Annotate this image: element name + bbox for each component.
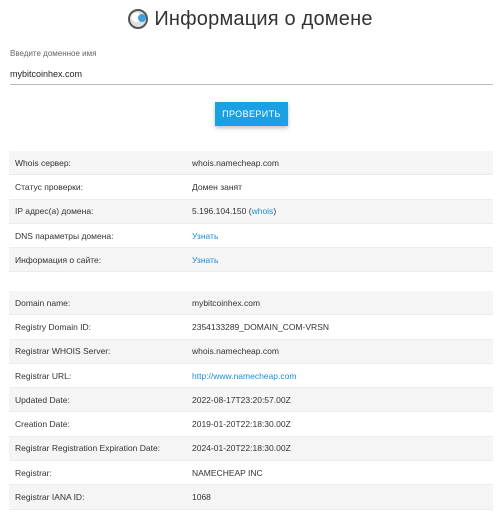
table-row: DNS параметры домена: Узнать — [9, 223, 493, 249]
table-row: Whois сервер: whois.namecheap.com — [9, 151, 493, 176]
table-row: Статус проверки: Домен занят — [9, 174, 493, 200]
row-key: IP адрес(а) домена: — [9, 199, 186, 224]
table-row: IP адрес(а) домена: 5.196.104.150 (whois… — [9, 199, 493, 224]
row-value: 2019-01-20T22:18:30.00Z — [186, 411, 493, 437]
row-key: Registrar: — [9, 460, 186, 486]
row-key: Domain name: — [9, 291, 186, 316]
row-value: whois.namecheap.com — [186, 151, 493, 176]
table-row: Registrar URL: http://www.namecheap.com — [9, 363, 493, 389]
registrar-url-link[interactable]: http://www.namecheap.com — [192, 371, 296, 381]
ip-whois-link[interactable]: whois — [252, 206, 274, 216]
check-button[interactable]: ПРОВЕРИТЬ — [215, 102, 288, 126]
table-row: Registrar Registration Expiration Date: … — [9, 436, 493, 462]
whois-table: Domain name: mybitcoinhex.com Registry D… — [9, 291, 493, 510]
site-info-link[interactable]: Узнать — [192, 255, 218, 265]
row-value: Домен занят — [186, 174, 493, 200]
row-key: Статус проверки: — [9, 174, 186, 200]
row-value: NAMECHEAP INC — [186, 460, 493, 486]
row-value: 5.196.104.150 (whois) — [186, 199, 493, 224]
row-value: mybitcoinhex.com — [186, 291, 493, 316]
row-key: Registrar Registration Expiration Date: — [9, 436, 186, 462]
row-value: 2022-08-17T23:20:57.00Z — [186, 387, 493, 413]
table-row: Registrar IANA ID: 1068 — [9, 484, 493, 510]
row-value: 1068 — [186, 484, 493, 510]
row-key: Updated Date: — [9, 387, 186, 413]
check-results-table: Whois сервер: whois.namecheap.com Статус… — [9, 151, 493, 273]
row-key: Whois сервер: — [9, 151, 186, 176]
table-row: Registry Domain ID: 2354133289_DOMAIN_CO… — [9, 314, 493, 340]
globe-logo-icon — [128, 9, 149, 29]
table-row: Registrar WHOIS Server: whois.namecheap.… — [9, 339, 493, 364]
table-row: Updated Date: 2022-08-17T23:20:57.00Z — [9, 387, 493, 413]
table-row: Creation Date: 2019-01-20T22:18:30.00Z — [9, 411, 493, 437]
table-row: Domain name: mybitcoinhex.com — [9, 291, 493, 316]
ip-address: 5.196.104.150 — [192, 206, 247, 217]
row-key: Registrar IANA ID: — [9, 484, 186, 510]
row-value: 2354133289_DOMAIN_COM-VRSN — [186, 314, 493, 340]
row-key: Creation Date: — [9, 411, 186, 437]
row-key: Информация о сайте: — [9, 247, 186, 273]
row-key: Registrar URL: — [9, 363, 186, 389]
row-key: Registry Domain ID: — [9, 314, 186, 340]
domain-input-label: Введите доменное имя — [10, 49, 97, 58]
domain-form: Введите доменное имя — [10, 49, 493, 85]
row-value: whois.namecheap.com — [186, 339, 493, 364]
row-key: Registrar WHOIS Server: — [9, 339, 186, 364]
row-value: 2024-01-20T22:18:30.00Z — [186, 436, 493, 462]
page-title: Информация о домене — [154, 7, 373, 30]
table-row: Registrar: NAMECHEAP INC — [9, 460, 493, 486]
table-row: Информация о сайте: Узнать — [9, 247, 493, 273]
domain-input[interactable] — [10, 69, 493, 85]
row-key: DNS параметры домена: — [9, 223, 186, 249]
ip-paren-close: ) — [273, 206, 277, 217]
page-header: Информация о домене — [0, 0, 501, 38]
dns-lookup-link[interactable]: Узнать — [192, 231, 218, 241]
